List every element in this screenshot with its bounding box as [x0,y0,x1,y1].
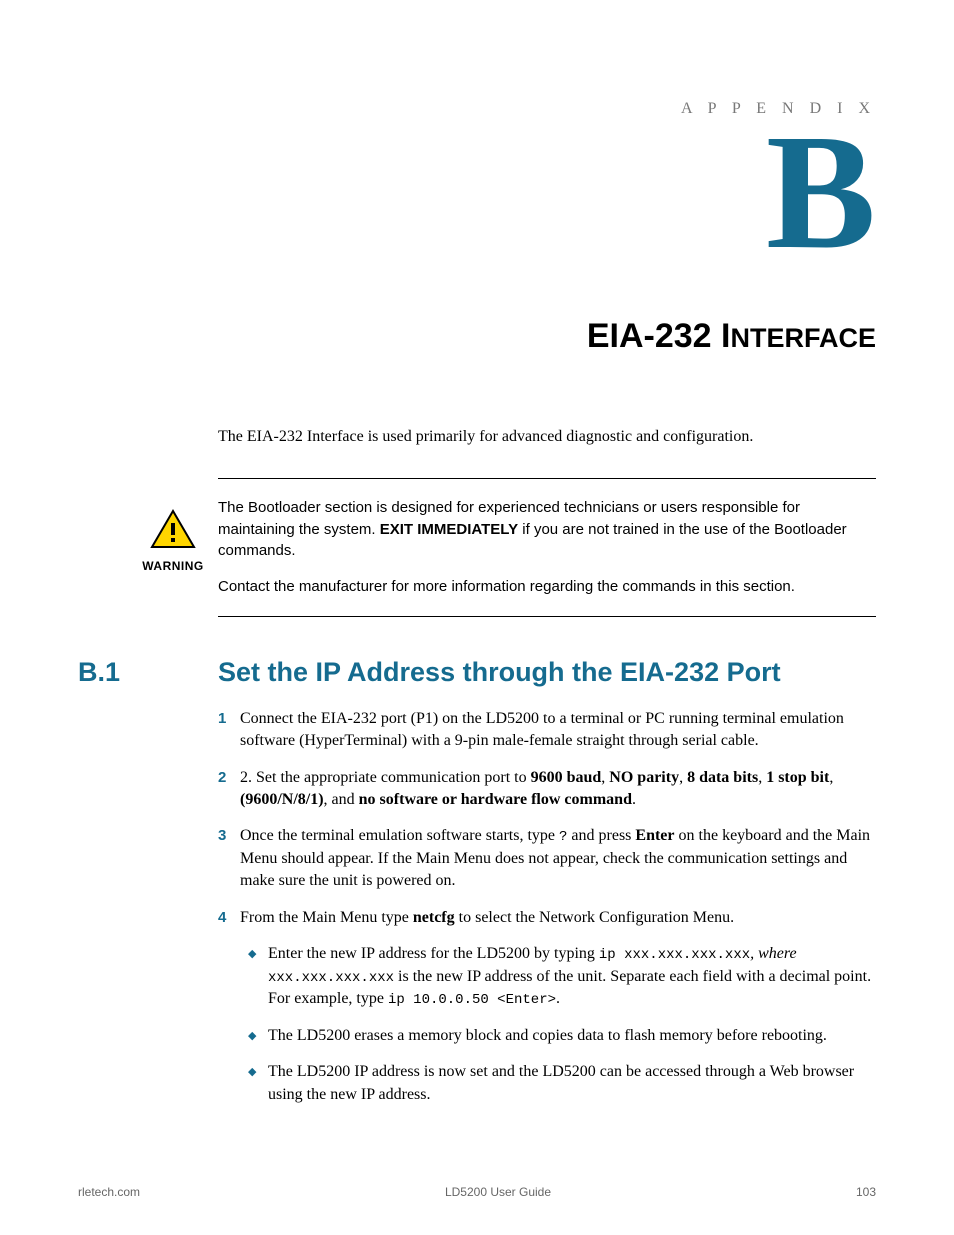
step-body: Connect the EIA-232 port (P1) on the LD5… [240,708,876,753]
warning-icon [150,509,196,549]
chapter-title-main: EIA-232 I [587,317,731,355]
diamond-bullet-icon: ◆ [240,1061,268,1106]
step-body: Once the terminal emulation software sta… [240,825,876,892]
warning-bold: EXIT IMMEDIATELY [380,521,518,538]
diamond-bullet-icon: ◆ [240,943,268,1011]
chapter-title-smallcaps: NTERFACE [730,323,876,353]
warning-text-1: The Bootloader section is designed for e… [218,497,876,562]
footer-center: LD5200 User Guide [445,1185,551,1199]
step-item: 3 Once the terminal emulation software s… [218,825,876,892]
step-number: 4 [218,907,240,929]
page-footer: rletech.com LD5200 User Guide 103 [78,1185,876,1199]
list-item: ◆ The LD5200 erases a memory block and c… [240,1025,876,1047]
sub-bullets: ◆ Enter the new IP address for the LD520… [240,943,876,1106]
step-item: 4 From the Main Menu type netcfg to sele… [218,907,876,929]
step-item: 2 2. Set the appropriate communication p… [218,767,876,812]
footer-right: 103 [856,1185,876,1199]
ordered-steps: 1 Connect the EIA-232 port (P1) on the L… [218,708,876,929]
warning-text-2: Contact the manufacturer for more inform… [218,576,876,598]
appendix-label: A P P E N D I X [78,100,876,118]
step-body: From the Main Menu type netcfg to select… [240,907,876,929]
section-heading: B.1 Set the IP Address through the EIA-2… [78,657,876,688]
step-number: 3 [218,825,240,892]
appendix-letter: B [766,118,876,267]
diamond-bullet-icon: ◆ [240,1025,268,1047]
step-number: 1 [218,708,240,753]
intro-paragraph: The EIA-232 Interface is used primarily … [218,426,876,448]
warning-box: WARNING The Bootloader section is design… [218,478,876,617]
list-item: ◆ Enter the new IP address for the LD520… [240,943,876,1011]
section-title: Set the IP Address through the EIA-232 P… [218,657,781,688]
list-item: ◆ The LD5200 IP address is now set and t… [240,1061,876,1106]
section-number: B.1 [78,657,218,688]
appendix-header: A P P E N D I X B [78,100,876,267]
step-number: 2 [218,767,240,812]
list-body: The LD5200 IP address is now set and the… [268,1061,876,1106]
step-body: 2. Set the appropriate communication por… [240,767,876,812]
warning-icon-wrap: WARNING [138,509,208,575]
list-body: The LD5200 erases a memory block and cop… [268,1025,876,1047]
step-item: 1 Connect the EIA-232 port (P1) on the L… [218,708,876,753]
chapter-title: EIA-232 INTERFACE [78,317,876,356]
list-body: Enter the new IP address for the LD5200 … [268,943,876,1011]
warning-label: WARNING [138,558,208,575]
footer-left: rletech.com [78,1185,140,1199]
